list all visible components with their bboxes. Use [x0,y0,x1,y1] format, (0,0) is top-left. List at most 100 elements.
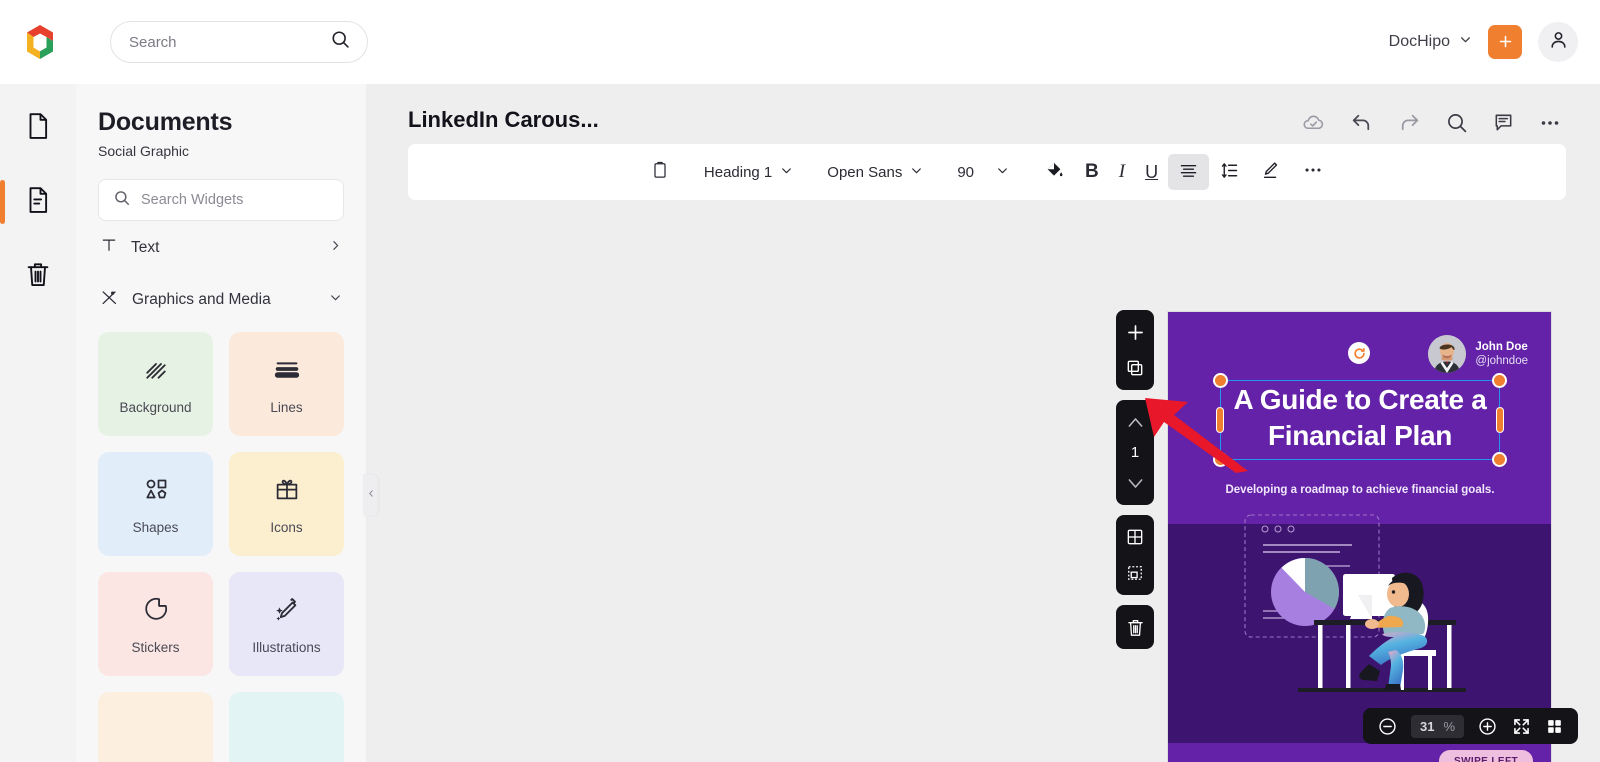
global-search[interactable] [110,21,368,63]
minus-circle-icon[interactable] [1377,716,1398,737]
lines-icon [272,354,302,389]
text-align-button[interactable] [1168,154,1210,190]
resize-handle-bottom-left[interactable] [1213,452,1228,467]
page-title: Documents [98,108,233,136]
widget-search[interactable] [98,179,344,221]
marquee-select-button[interactable] [1122,560,1148,586]
tile-shapes[interactable]: Shapes [98,452,213,556]
search-icon[interactable] [1445,111,1469,135]
page-with-lines-icon [23,185,53,220]
selection-frame[interactable] [1213,373,1507,467]
subheadline-text[interactable]: Developing a roadmap to achieve financia… [1198,484,1522,496]
next-page-button[interactable] [1122,470,1148,496]
design-page-1[interactable]: John Doe @johndoe A Guide to Create a Fi… [1168,312,1551,762]
tile-lines[interactable]: Lines [229,332,344,436]
tile-row4-right[interactable] [229,692,344,762]
comment-icon[interactable] [1492,111,1515,134]
clipboard-button[interactable] [640,154,680,190]
tile-icons[interactable]: Icons [229,452,344,556]
tile-label: Stickers [131,639,180,655]
expand-arrows-icon[interactable] [1511,716,1532,737]
collapse-panel-handle[interactable] [363,474,378,516]
italic-label: I [1118,161,1126,182]
rail-item-pages[interactable] [0,176,64,228]
page-tools: 1 [1116,310,1154,649]
page-add-group [1116,310,1154,390]
font-family-select[interactable]: Open Sans [817,154,933,190]
zoom-level-value: 31 [1419,718,1435,734]
avatar [1428,335,1467,373]
search-icon [330,29,351,55]
more-format-options[interactable] [1292,154,1334,190]
tile-background[interactable]: Background [98,332,213,436]
document-title[interactable]: LinkedIn Carous... [408,107,599,133]
underline-button[interactable]: U [1135,154,1168,190]
text-fill-color-button[interactable] [1033,154,1075,190]
italic-button[interactable]: I [1109,154,1135,190]
widgets-panel: Documents Social Graphic Text [76,84,366,762]
tile-stickers[interactable]: Stickers [98,572,213,676]
editor-actions [1301,110,1562,135]
rotate-icon[interactable] [1348,342,1370,364]
resize-handle-mid-left[interactable] [1216,407,1224,433]
page-layout-group [1116,515,1154,595]
tile-row4-left[interactable] [98,692,213,762]
main-body: Documents Social Graphic Text [0,84,1600,762]
account-button[interactable] [1538,22,1578,62]
format-toolbar: Heading 1 Open Sans 90 B I U [408,144,1566,200]
align-center-icon [1178,160,1199,185]
highlighter-button[interactable] [1250,154,1292,190]
category-text[interactable]: Text [98,221,344,273]
category-graphics-and-media[interactable]: Graphics and Media [98,273,344,326]
page-number[interactable]: 1 [1131,445,1139,460]
paint-bucket-icon [1043,159,1065,185]
brand-selector[interactable]: DocHipo [1389,33,1472,51]
cloud-check-icon[interactable] [1301,110,1326,135]
underline-label: U [1145,161,1159,182]
resize-handle-mid-right[interactable] [1496,407,1504,433]
swipe-left-badge: SWIPE LEFT [1439,750,1533,762]
bold-button[interactable]: B [1075,154,1109,190]
text-style-value: Heading 1 [703,163,773,181]
grid-layout-button[interactable] [1122,524,1148,550]
zoom-level-field[interactable]: 31 % [1410,714,1464,738]
line-height-button[interactable] [1209,154,1250,190]
resize-handle-top-right[interactable] [1492,373,1507,388]
category-label: Graphics and Media [132,291,271,308]
rail-item-documents[interactable] [12,102,64,154]
clipboard-icon [650,160,670,184]
redo-arrow-icon[interactable] [1397,110,1422,135]
rail-item-trash[interactable] [12,250,64,302]
tile-illustrations[interactable]: Illustrations [229,572,344,676]
editor-area: LinkedIn Carous... Heading 1 Open Sans 9… [366,84,1600,762]
chevron-down-icon [329,291,342,309]
delete-page-button[interactable] [1122,614,1148,640]
page-nav-group: 1 [1116,400,1154,505]
sticker-icon [141,594,171,629]
brand-label: DocHipo [1388,33,1450,50]
previous-page-button[interactable] [1122,409,1148,435]
plus-circle-icon[interactable] [1477,716,1498,737]
top-bar: DocHipo [0,0,1600,84]
grid-four-squares-icon[interactable] [1545,717,1564,736]
dochipo-hexagon-logo[interactable] [20,22,60,62]
search-input[interactable] [129,33,330,51]
woman-at-desk-with-pie-chart-illustration[interactable] [1240,512,1490,717]
undo-arrow-icon[interactable] [1349,110,1374,135]
search-widgets-input[interactable] [141,192,329,208]
tile-label: Icons [270,519,303,535]
create-new-button[interactable] [1488,25,1522,59]
add-page-button[interactable] [1122,319,1148,345]
ellipsis-icon[interactable] [1538,111,1562,135]
font-size-select[interactable]: 90 [947,154,1019,190]
ellipsis-icon [1302,159,1324,185]
canvas-scroll-area[interactable]: 1 John Doe @johndoe A Guide to Create a … [366,210,1600,762]
resize-handle-top-left[interactable] [1213,373,1228,388]
font-family-value: Open Sans [827,163,903,181]
text-style-select[interactable]: Heading 1 [694,154,803,190]
resize-handle-bottom-right[interactable] [1492,452,1507,467]
chevron-down-icon [780,164,793,181]
chevron-down-icon [1459,33,1472,51]
duplicate-page-button[interactable] [1122,355,1148,381]
chevron-right-icon [329,239,342,257]
